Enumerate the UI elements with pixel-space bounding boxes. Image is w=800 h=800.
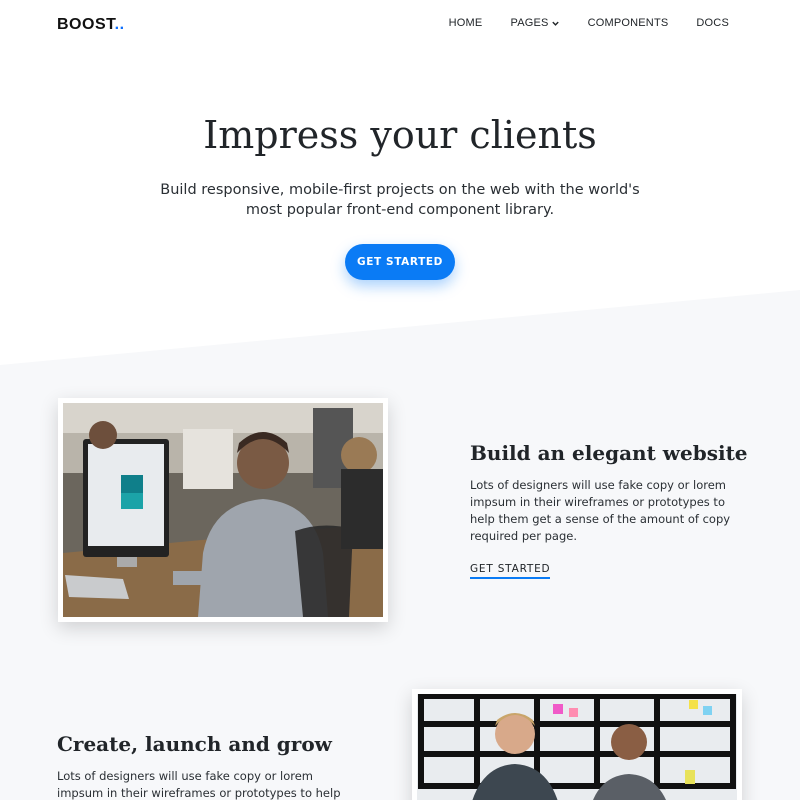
nav-link-pages[interactable]: PAGES xyxy=(510,17,559,29)
nav-link-label: COMPONENTS xyxy=(587,17,669,29)
nav-link-components[interactable]: COMPONENTS xyxy=(588,17,669,29)
feature-description: Lots of designers will use fake copy or … xyxy=(57,769,341,800)
get-started-button[interactable]: GET STARTED xyxy=(345,244,455,280)
brand-dots: .. xyxy=(114,16,125,33)
nav-menu: HOME PAGES COMPONENTS DOCS xyxy=(449,17,729,29)
brand-name: BOOST xyxy=(57,16,115,33)
hero-section: Impress your clients Build responsive, m… xyxy=(0,110,800,280)
nav-link-label: HOME xyxy=(448,17,483,29)
feature-get-started-link[interactable]: GET STARTED xyxy=(470,563,551,579)
hero-title: Impress your clients xyxy=(203,113,597,157)
nav-link-home[interactable]: HOME xyxy=(449,17,483,29)
nav-link-docs[interactable]: DOCS xyxy=(696,17,729,29)
hero-subtitle: Build responsive, mobile-first projects … xyxy=(160,182,640,218)
feature-title: Build an elegant website xyxy=(470,441,748,465)
chevron-down-icon xyxy=(551,21,559,26)
navbar: BOOST.. HOME PAGES COMPONENTS DOCS xyxy=(0,0,800,50)
team-photo xyxy=(412,689,742,800)
nav-link-label: DOCS xyxy=(696,17,729,29)
team-photo-illustration xyxy=(417,694,737,800)
office-photo-illustration xyxy=(63,403,383,617)
feature-description: Lots of designers will use fake copy or … xyxy=(470,478,731,543)
brand-logo[interactable]: BOOST.. xyxy=(57,15,125,35)
nav-link-label: PAGES xyxy=(510,17,549,29)
feature-title: Create, launch and grow xyxy=(57,732,332,756)
office-photo xyxy=(58,398,388,622)
